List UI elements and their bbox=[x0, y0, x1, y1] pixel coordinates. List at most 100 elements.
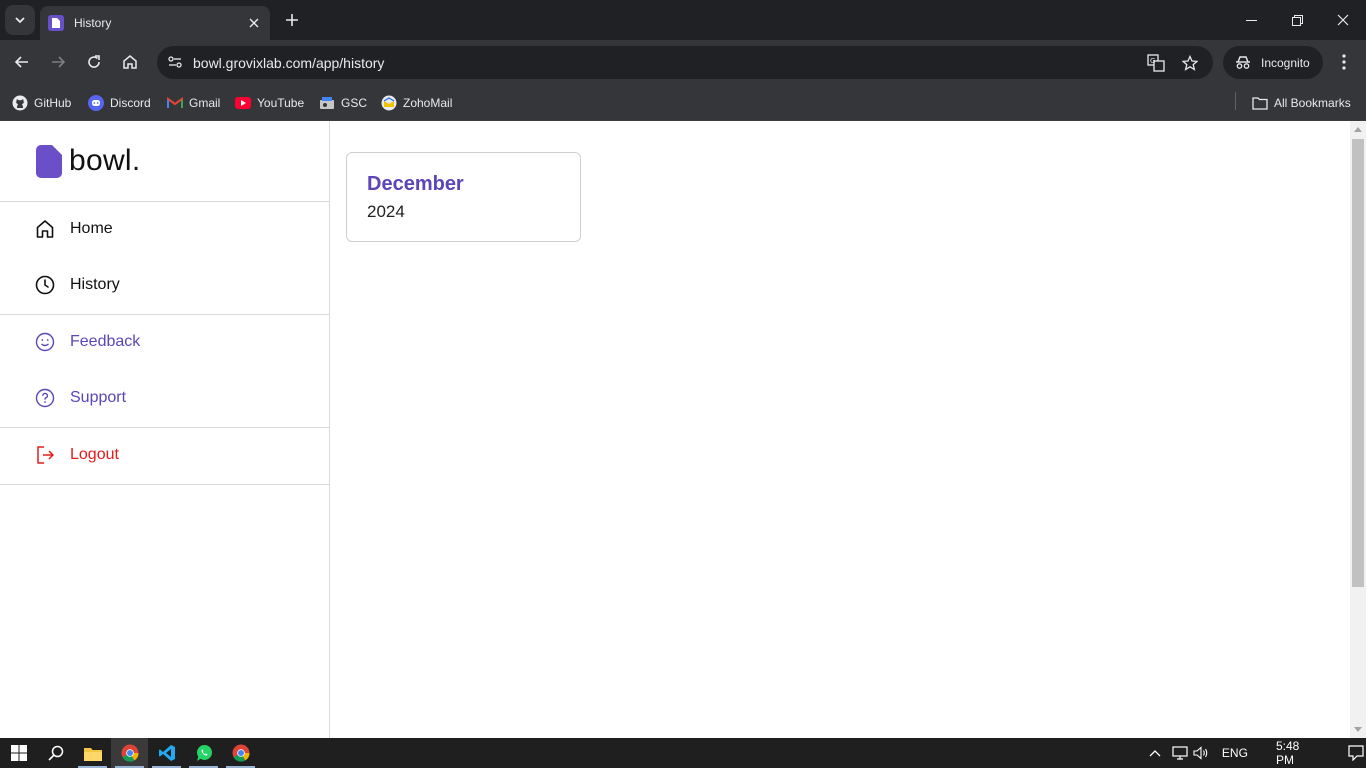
forward-button[interactable] bbox=[43, 47, 73, 77]
more-vert-icon bbox=[1342, 54, 1346, 70]
chrome-taskbar-button[interactable] bbox=[111, 738, 148, 768]
bookmark-zohomail[interactable]: ZohoMail bbox=[381, 92, 452, 114]
sidebar-divider bbox=[0, 314, 329, 315]
reload-icon bbox=[88, 55, 100, 68]
system-tray: ENG 5:48 PM bbox=[1148, 738, 1366, 768]
all-bookmarks-button[interactable]: All Bookmarks bbox=[1252, 92, 1351, 114]
sidebar-item-label: Feedback bbox=[70, 333, 141, 350]
sidebar-divider bbox=[0, 484, 329, 485]
scroll-up-icon[interactable] bbox=[1354, 125, 1362, 133]
start-button[interactable] bbox=[0, 738, 37, 768]
sidebar-item-logout[interactable]: Logout bbox=[0, 431, 329, 479]
bookmark-label: Discord bbox=[110, 96, 151, 110]
bookmark-star-icon[interactable] bbox=[1179, 52, 1201, 74]
whatsapp-icon bbox=[196, 745, 212, 761]
bookmarks-bar: GitHub Discord Gmail YouTube GSC ZohoMai… bbox=[0, 85, 1366, 121]
history-card-month: December bbox=[367, 173, 464, 195]
chrome-icon bbox=[232, 744, 250, 762]
new-tab-button[interactable] bbox=[280, 8, 304, 32]
address-bar[interactable]: bowl.grovixlab.com/app/history G bbox=[157, 46, 1213, 79]
sidebar: bowl. Home History Feedback Support Logo… bbox=[0, 121, 330, 738]
site-info-icon[interactable] bbox=[163, 50, 187, 74]
folder-icon bbox=[83, 747, 102, 761]
bookmark-label: ZohoMail bbox=[403, 96, 453, 110]
github-icon bbox=[12, 95, 28, 111]
tab-search-button[interactable] bbox=[5, 5, 35, 35]
svg-text:G: G bbox=[1150, 57, 1155, 65]
bowl-favicon-icon bbox=[48, 15, 64, 31]
browser-toolbar: bowl.grovixlab.com/app/history G Incogni… bbox=[0, 40, 1366, 85]
clock-time[interactable]: 5:48 PM bbox=[1276, 739, 1315, 767]
incognito-indicator[interactable]: Incognito bbox=[1223, 46, 1323, 79]
clock-icon bbox=[34, 274, 56, 296]
sidebar-divider bbox=[0, 201, 329, 202]
home-icon bbox=[34, 218, 56, 240]
sidebar-item-feedback[interactable]: Feedback bbox=[0, 318, 329, 366]
all-bookmarks-label: All Bookmarks bbox=[1274, 96, 1351, 110]
bookmark-youtube[interactable]: YouTube bbox=[235, 92, 304, 114]
back-button[interactable] bbox=[7, 47, 37, 77]
search-button[interactable] bbox=[37, 738, 74, 768]
translate-icon[interactable]: G bbox=[1145, 52, 1167, 74]
logout-icon bbox=[34, 444, 56, 466]
language-indicator[interactable]: ENG bbox=[1222, 746, 1248, 760]
discord-icon bbox=[88, 95, 104, 111]
browser-menu-button[interactable] bbox=[1330, 48, 1358, 76]
vscode-taskbar-button[interactable] bbox=[148, 738, 185, 768]
chevron-up-icon[interactable] bbox=[1148, 749, 1162, 757]
bookmarks-separator bbox=[1235, 92, 1236, 110]
bookmark-label: GitHub bbox=[34, 96, 72, 110]
incognito-label: Incognito bbox=[1261, 55, 1310, 70]
minimize-button[interactable] bbox=[1228, 0, 1274, 40]
whatsapp-taskbar-button[interactable] bbox=[185, 738, 222, 768]
windows-taskbar: ENG 5:48 PM bbox=[0, 738, 1366, 768]
bookmark-github[interactable]: GitHub bbox=[12, 92, 71, 114]
sidebar-item-home[interactable]: Home bbox=[0, 205, 329, 253]
bookmark-label: YouTube bbox=[257, 96, 305, 110]
folder-icon bbox=[1252, 95, 1268, 111]
help-circle-icon bbox=[34, 387, 56, 409]
restore-icon bbox=[1291, 14, 1303, 26]
zohomail-icon bbox=[381, 95, 397, 111]
gmail-icon bbox=[167, 95, 183, 111]
history-card-year: 2024 bbox=[367, 202, 405, 221]
smile-icon bbox=[34, 331, 56, 353]
app-logo[interactable]: bowl. bbox=[36, 143, 141, 179]
bookmark-gsc[interactable]: GSC bbox=[319, 92, 367, 114]
file-explorer-button[interactable] bbox=[74, 738, 111, 768]
chrome-icon bbox=[121, 744, 139, 762]
bookmark-discord[interactable]: Discord bbox=[88, 92, 151, 114]
browser-tab-active[interactable]: History bbox=[40, 6, 270, 40]
gsc-icon bbox=[319, 95, 335, 111]
chrome-profile-taskbar-button[interactable] bbox=[222, 738, 259, 768]
page-scrollbar[interactable] bbox=[1350, 121, 1366, 738]
bowl-logo-icon bbox=[36, 144, 62, 178]
home-button[interactable] bbox=[115, 47, 145, 77]
home-icon bbox=[123, 55, 137, 69]
minimize-icon bbox=[1245, 19, 1257, 21]
plus-icon bbox=[286, 14, 298, 26]
sidebar-item-history[interactable]: History bbox=[0, 261, 329, 309]
notifications-icon[interactable] bbox=[1345, 745, 1366, 761]
history-month-card[interactable]: December 2024 bbox=[346, 152, 581, 242]
sidebar-item-label: Home bbox=[70, 220, 113, 237]
incognito-icon bbox=[1236, 55, 1250, 69]
close-tab-icon[interactable] bbox=[246, 15, 262, 31]
scrollbar-thumb[interactable] bbox=[1352, 139, 1364, 587]
scroll-down-icon[interactable] bbox=[1354, 726, 1362, 734]
sidebar-item-label: Logout bbox=[70, 446, 119, 463]
close-window-button[interactable] bbox=[1320, 0, 1366, 40]
arrow-right-icon bbox=[52, 56, 66, 68]
network-icon[interactable] bbox=[1170, 746, 1191, 760]
youtube-icon bbox=[235, 95, 251, 111]
bookmark-label: Gmail bbox=[189, 96, 221, 110]
bookmark-gmail[interactable]: Gmail bbox=[167, 92, 220, 114]
restore-button[interactable] bbox=[1274, 0, 1320, 40]
chevron-down-icon bbox=[15, 17, 25, 24]
browser-tabbar: History bbox=[0, 0, 1366, 40]
reload-button[interactable] bbox=[79, 47, 109, 77]
sidebar-item-support[interactable]: Support bbox=[0, 374, 329, 422]
volume-icon[interactable] bbox=[1191, 746, 1212, 760]
tab-title: History bbox=[74, 16, 112, 30]
close-icon bbox=[1337, 14, 1349, 26]
